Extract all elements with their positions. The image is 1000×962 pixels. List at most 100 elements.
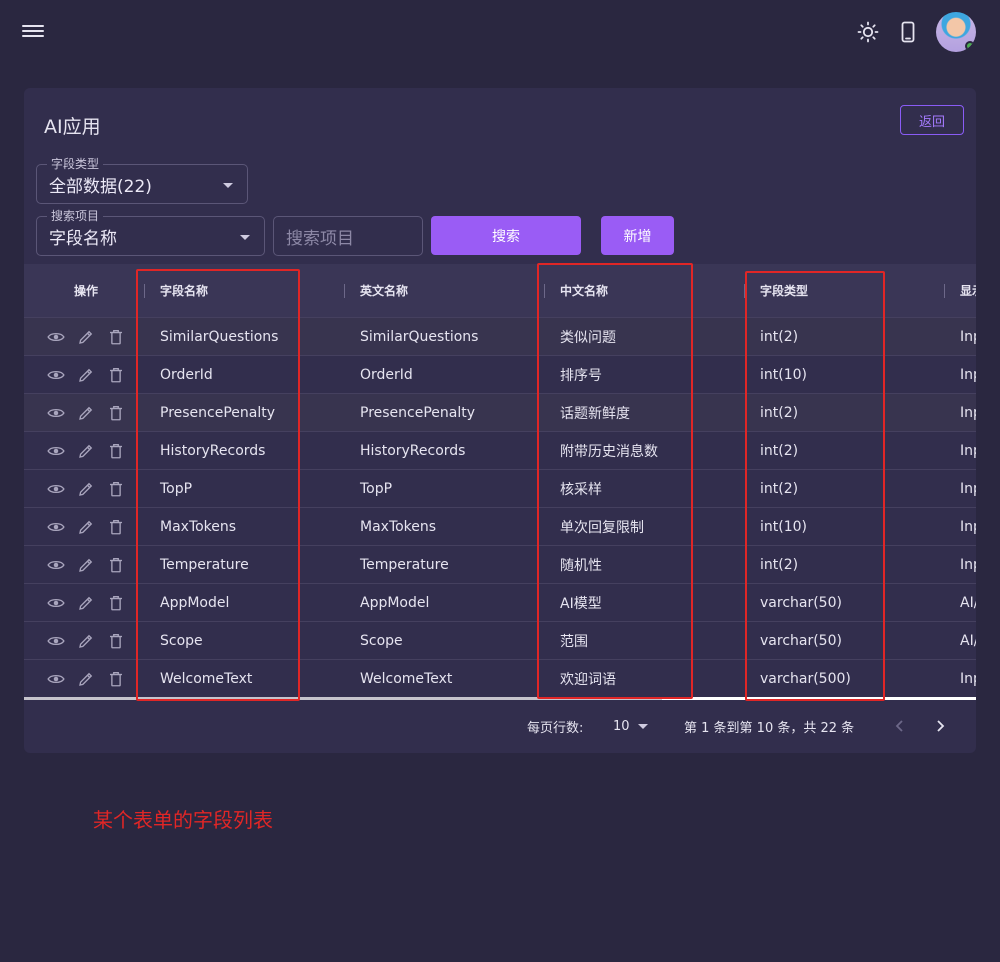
cell-english-name: PresencePenalty (360, 405, 476, 421)
table-row[interactable]: TopP TopP 核采样 int(2) Inp (24, 469, 976, 507)
cell-english-name: Scope (360, 633, 403, 649)
cell-field-type: varchar(50) (760, 595, 842, 611)
hamburger-menu-icon[interactable] (22, 22, 44, 42)
table-row[interactable]: OrderId OrderId 排序号 int(10) Inp (24, 355, 976, 393)
trash-icon[interactable] (107, 442, 125, 460)
cell-display: Inp (960, 481, 976, 497)
cell-english-name: MaxTokens (360, 519, 437, 535)
table-row[interactable]: PresencePenalty PresencePenalty 话题新鲜度 int(2… (24, 393, 976, 431)
cell-display: Inp (960, 557, 976, 573)
chevron-left-icon[interactable] (892, 718, 908, 734)
field-type-value: 全部数据(22) (49, 176, 152, 197)
trash-icon[interactable] (107, 328, 125, 346)
table-row[interactable]: Scope Scope 范围 varchar(50) AI/ (24, 621, 976, 659)
cell-field-name: MaxTokens (160, 519, 237, 535)
cell-field-type: varchar(500) (760, 671, 851, 687)
header-display[interactable]: 显示 (960, 264, 976, 317)
field-type-select[interactable]: 字段类型 全部数据(22) (36, 157, 248, 204)
eye-icon[interactable] (47, 404, 65, 422)
eye-icon[interactable] (47, 328, 65, 346)
trash-icon[interactable] (107, 632, 125, 650)
page-title: AI应用 (44, 116, 101, 138)
column-divider (144, 284, 145, 298)
cell-english-name: HistoryRecords (360, 443, 466, 459)
chevron-right-icon[interactable] (932, 718, 948, 734)
cell-field-name: HistoryRecords (160, 443, 266, 459)
cell-field-type: int(2) (760, 443, 799, 459)
cell-english-name: TopP (360, 481, 393, 497)
trash-icon[interactable] (107, 404, 125, 422)
cell-display: Inp (960, 519, 976, 535)
eye-icon[interactable] (47, 518, 65, 536)
trash-icon[interactable] (107, 670, 125, 688)
cell-chinese-name: 单次回复限制 (560, 520, 644, 536)
table-row[interactable]: WelcomeText WelcomeText 欢迎词语 varchar(500) In… (24, 659, 976, 697)
pencil-icon[interactable] (77, 594, 95, 612)
eye-icon[interactable] (47, 480, 65, 498)
cell-display: Inp (960, 367, 976, 383)
pencil-icon[interactable] (77, 670, 95, 688)
cell-chinese-name: 欢迎词语 (560, 672, 616, 688)
cell-field-type: int(2) (760, 481, 799, 497)
cell-english-name: OrderId (360, 367, 413, 383)
table-row[interactable]: Temperature Temperature 随机性 int(2) Inp (24, 545, 976, 583)
trash-icon[interactable] (107, 480, 125, 498)
table-row[interactable]: MaxTokens MaxTokens 单次回复限制 int(10) Inp (24, 507, 976, 545)
column-divider (344, 284, 345, 298)
back-button[interactable]: 返回 (900, 105, 964, 135)
cell-field-name: AppModel (160, 595, 230, 611)
search-button[interactable]: 搜索 (431, 216, 581, 255)
cell-field-name: SimilarQuestions (160, 329, 279, 345)
pencil-icon[interactable] (77, 480, 95, 498)
mobile-device-icon[interactable] (896, 20, 920, 44)
table-row[interactable]: HistoryRecords HistoryRecords 附带历史消息数 int(2… (24, 431, 976, 469)
pencil-icon[interactable] (77, 556, 95, 574)
cell-display: Inp (960, 405, 976, 421)
cell-display: AI/ (960, 633, 976, 649)
pencil-icon[interactable] (77, 442, 95, 460)
cell-display: AI/ (960, 595, 976, 611)
user-avatar[interactable] (936, 12, 976, 52)
cell-english-name: AppModel (360, 595, 430, 611)
cell-field-type: int(2) (760, 405, 799, 421)
header-chinese-name[interactable]: 中文名称 (560, 264, 608, 317)
chevron-down-icon (223, 183, 233, 188)
trash-icon[interactable] (107, 366, 125, 384)
eye-icon[interactable] (47, 632, 65, 650)
trash-icon[interactable] (107, 518, 125, 536)
pencil-icon[interactable] (77, 404, 95, 422)
cell-chinese-name: 随机性 (560, 558, 602, 574)
cell-field-type: int(10) (760, 519, 807, 535)
pagination-range: 第 1 条到第 10 条，共 22 条 (684, 721, 855, 736)
header-field-type[interactable]: 字段类型 (760, 264, 808, 317)
cell-field-type: varchar(50) (760, 633, 842, 649)
main-card: AI应用 返回 字段类型 全部数据(22) 搜索项目 字段名称 搜索项目 搜索 … (24, 88, 976, 753)
cell-chinese-name: 附带历史消息数 (560, 444, 658, 460)
pencil-icon[interactable] (77, 632, 95, 650)
rows-per-page-value: 10 (613, 719, 630, 734)
rows-per-page-select[interactable]: 10 (613, 700, 648, 753)
search-input[interactable]: 搜索项目 (273, 216, 423, 256)
cell-field-name: Temperature (160, 557, 249, 573)
header-actions: 操作 (74, 284, 99, 298)
search-item-select[interactable]: 搜索项目 字段名称 (36, 209, 265, 256)
brightness-icon[interactable] (856, 20, 880, 44)
table-row[interactable]: SimilarQuestions SimilarQuestions 类似问题 int(… (24, 317, 976, 355)
trash-icon[interactable] (107, 594, 125, 612)
eye-icon[interactable] (47, 670, 65, 688)
cell-field-name: TopP (160, 481, 193, 497)
header-field-name[interactable]: 字段名称 (160, 264, 208, 317)
pencil-icon[interactable] (77, 366, 95, 384)
trash-icon[interactable] (107, 556, 125, 574)
eye-icon[interactable] (47, 442, 65, 460)
cell-chinese-name: AI模型 (560, 596, 602, 612)
eye-icon[interactable] (47, 366, 65, 384)
cell-field-type: int(2) (760, 557, 799, 573)
pencil-icon[interactable] (77, 328, 95, 346)
header-english-name[interactable]: 英文名称 (360, 264, 408, 317)
eye-icon[interactable] (47, 556, 65, 574)
add-button[interactable]: 新增 (601, 216, 674, 255)
pencil-icon[interactable] (77, 518, 95, 536)
table-row[interactable]: AppModel AppModel AI模型 varchar(50) AI/ (24, 583, 976, 621)
eye-icon[interactable] (47, 594, 65, 612)
